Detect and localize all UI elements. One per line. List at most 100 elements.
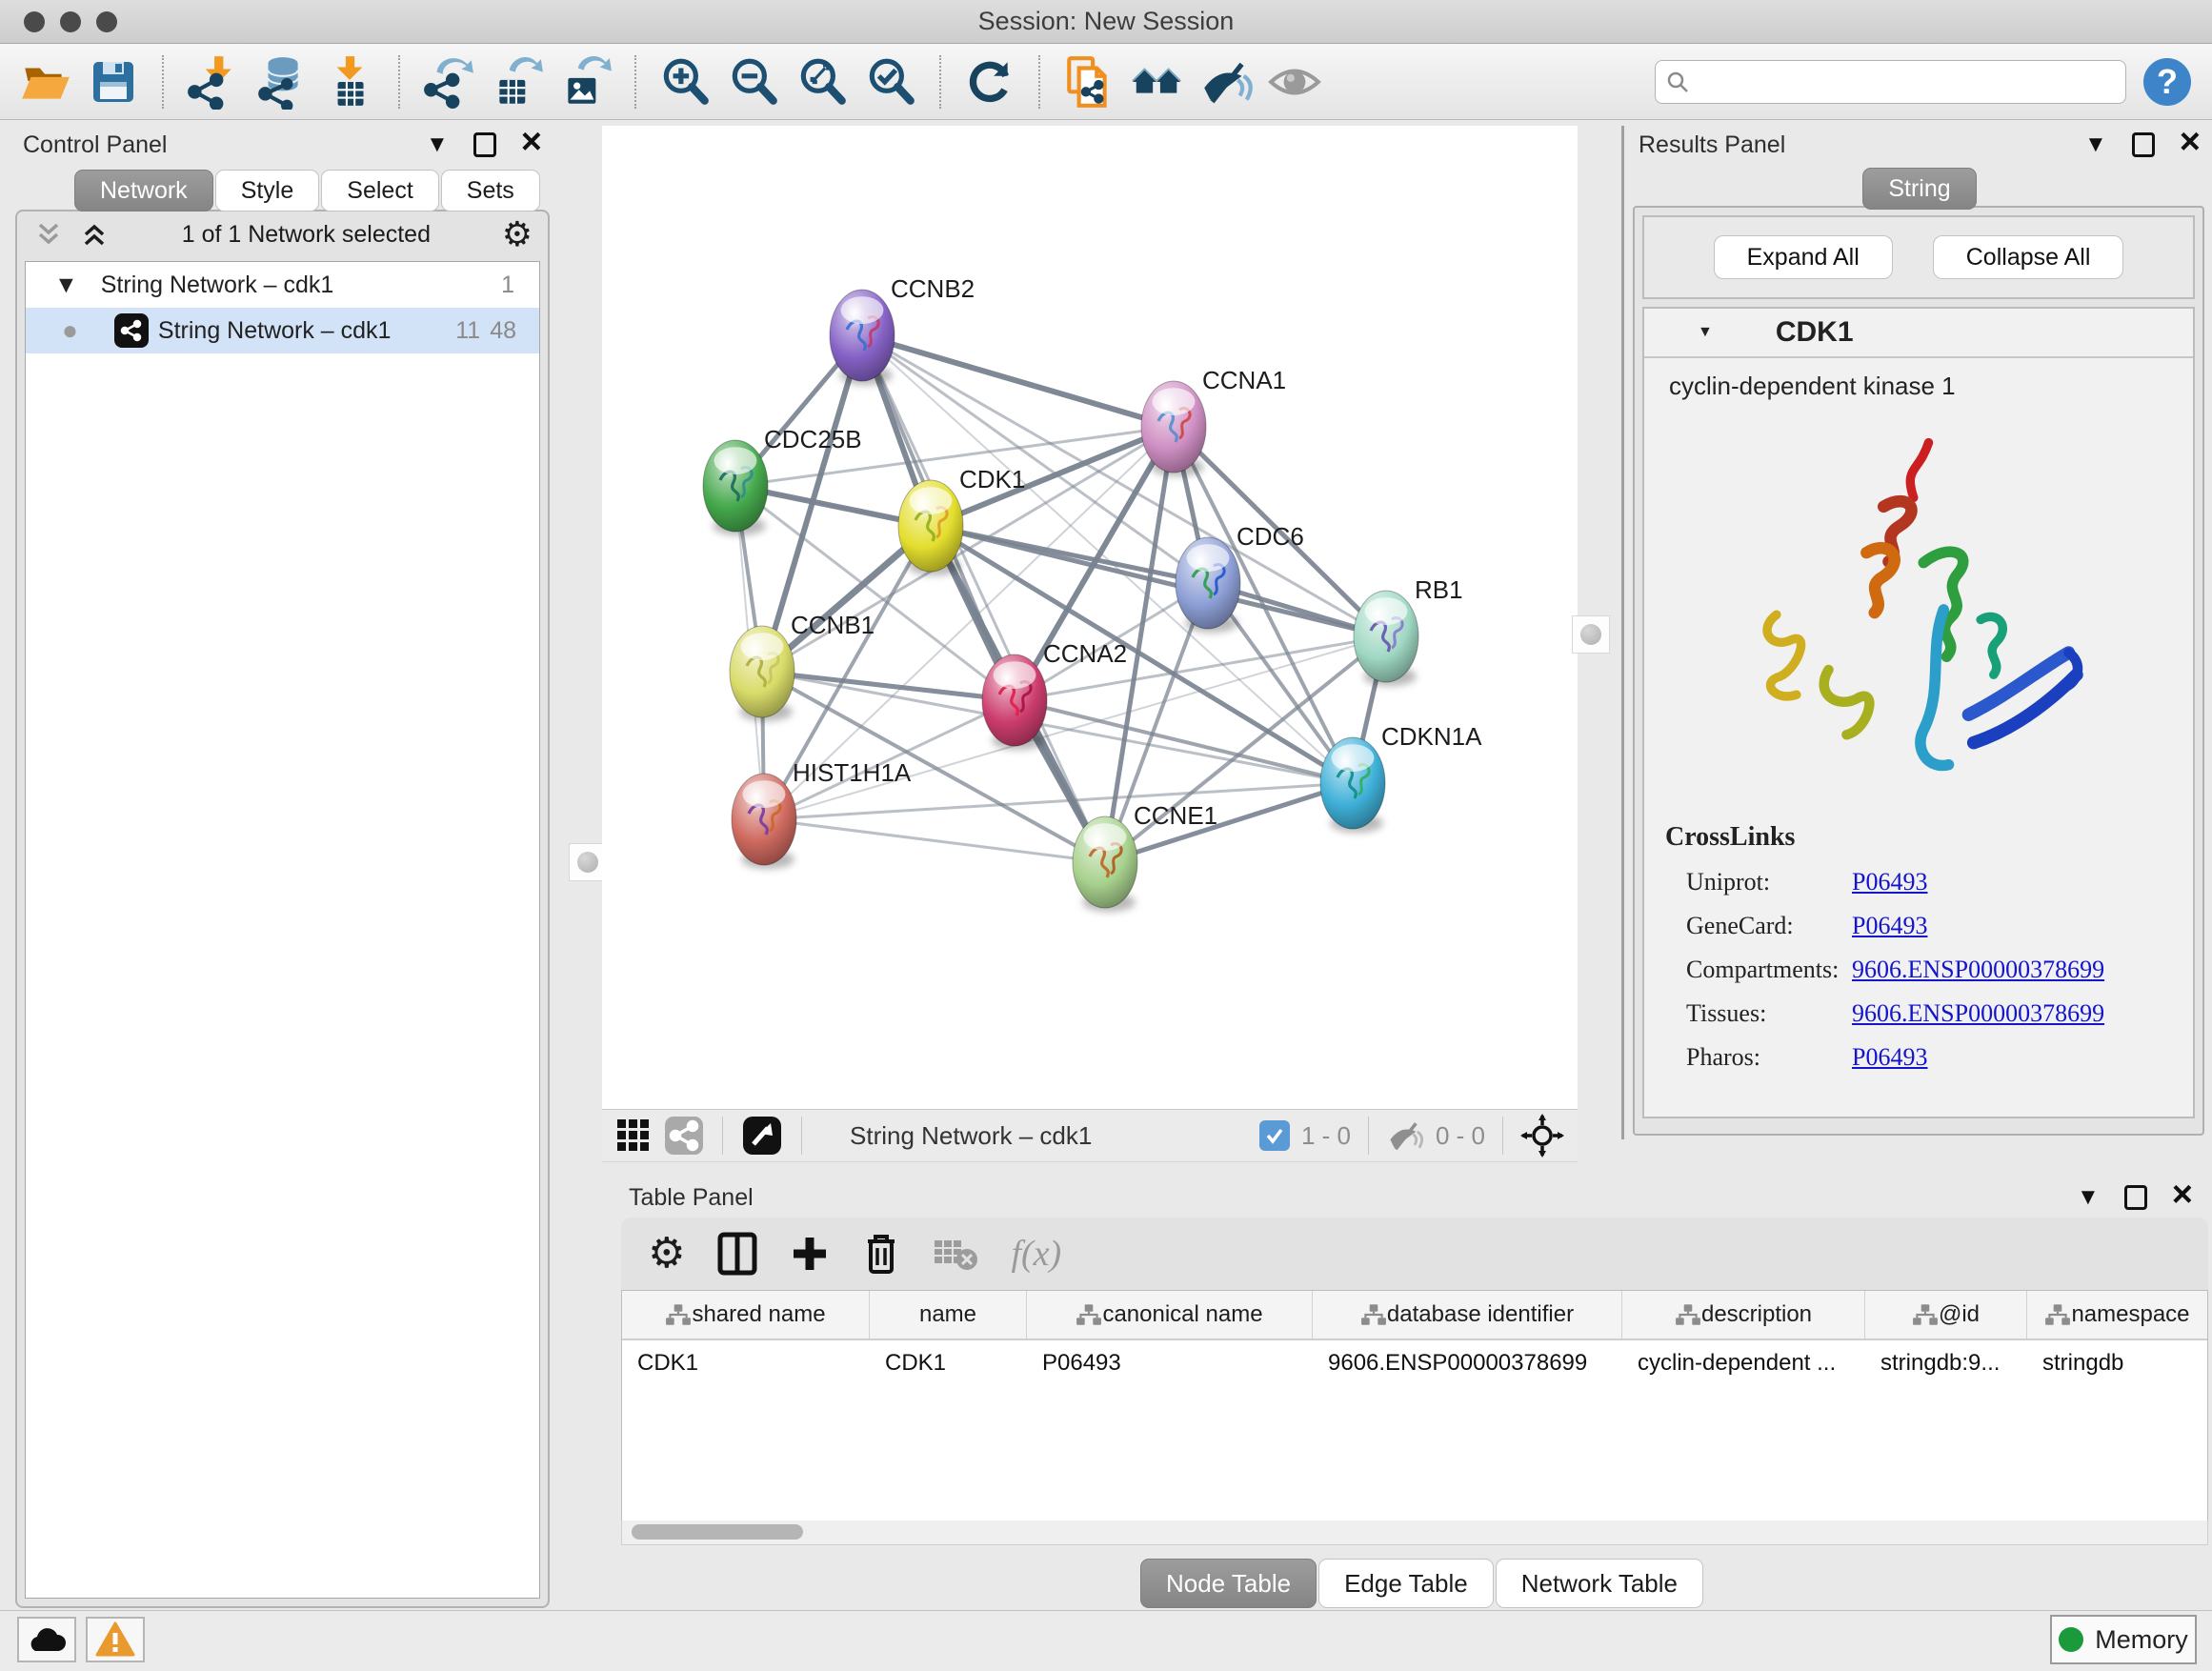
zoom-fit-button[interactable] bbox=[794, 54, 850, 110]
export-network-button[interactable] bbox=[421, 54, 476, 110]
open-session-button[interactable] bbox=[17, 54, 72, 110]
hide-selected-button[interactable] bbox=[1198, 54, 1254, 110]
hidden-eye-slash-icon[interactable] bbox=[1386, 1119, 1424, 1152]
tab-style[interactable]: Style bbox=[215, 170, 320, 211]
export-image-button[interactable] bbox=[558, 54, 613, 110]
import-network-file-button[interactable] bbox=[185, 54, 240, 110]
birdseye-view-icon[interactable] bbox=[742, 1116, 782, 1156]
import-network-database-button[interactable] bbox=[253, 54, 309, 110]
zoom-out-button[interactable] bbox=[726, 54, 781, 110]
crosslink-link[interactable]: P06493 bbox=[1852, 1043, 1927, 1072]
crosslink-row: GeneCard:P06493 bbox=[1665, 912, 2193, 940]
collapse-all-networks-icon[interactable] bbox=[78, 218, 111, 251]
expand-all-networks-icon[interactable] bbox=[32, 218, 65, 251]
create-column-plus-icon[interactable] bbox=[790, 1234, 830, 1274]
new-network-from-selection-button[interactable] bbox=[1061, 54, 1116, 110]
network-selection-status: 1 of 1 Network selected bbox=[111, 221, 502, 249]
collapse-panel-icon[interactable]: ▼ bbox=[426, 133, 449, 156]
tab-sets[interactable]: Sets bbox=[441, 170, 540, 211]
import-table-button[interactable] bbox=[322, 54, 377, 110]
column-header-database-identifier[interactable]: database identifier bbox=[1313, 1291, 1622, 1339]
maximize-window-icon[interactable] bbox=[96, 11, 117, 32]
close-panel-icon[interactable]: × bbox=[2180, 124, 2201, 160]
tab-network-table[interactable]: Network Table bbox=[1496, 1559, 1703, 1608]
network-edge[interactable] bbox=[764, 783, 1353, 819]
search-input[interactable] bbox=[1698, 69, 2098, 95]
grid-view-icon[interactable] bbox=[615, 1117, 652, 1154]
fit-selected-crosshair-icon[interactable] bbox=[1520, 1114, 1564, 1158]
export-table-button[interactable] bbox=[490, 54, 545, 110]
table-horizontal-scrollbar[interactable] bbox=[621, 1520, 2208, 1545]
network-node-CCNE1[interactable]: CCNE1 bbox=[1073, 801, 1217, 912]
show-all-button[interactable] bbox=[1267, 54, 1322, 110]
network-edge[interactable] bbox=[764, 819, 1105, 862]
left-splitter-handle[interactable] bbox=[569, 843, 607, 881]
collapse-panel-icon[interactable]: ▼ bbox=[2084, 133, 2107, 156]
network-node-CDKN1A[interactable]: CDKN1A bbox=[1320, 722, 1482, 833]
table-options-gear-icon[interactable]: ⚙ bbox=[648, 1233, 685, 1275]
eye-icon bbox=[1267, 54, 1322, 110]
network-row[interactable]: ● String Network – cdk1 11 48 bbox=[26, 308, 539, 353]
table-row[interactable]: CDK1CDK1P064939606.ENSP00000378699cyclin… bbox=[622, 1340, 2207, 1386]
show-columns-icon[interactable] bbox=[717, 1232, 757, 1276]
close-panel-icon[interactable]: × bbox=[521, 124, 542, 160]
network-options-gear-icon[interactable]: ⚙ bbox=[502, 217, 533, 252]
network-node-HIST1H1A[interactable]: HIST1H1A bbox=[732, 758, 912, 869]
cloud-status-button[interactable] bbox=[17, 1617, 76, 1662]
node-label-CDKN1A: CDKN1A bbox=[1381, 722, 1482, 751]
float-panel-icon[interactable] bbox=[2132, 132, 2155, 157]
search-field[interactable] bbox=[1655, 60, 2126, 104]
collapse-panel-icon[interactable]: ▼ bbox=[2077, 1186, 2100, 1209]
section-expand-icon[interactable]: ▼ bbox=[1698, 324, 1713, 341]
network-type-icon bbox=[114, 313, 149, 348]
crosslink-label: Pharos: bbox=[1665, 1043, 1852, 1072]
column-header-description[interactable]: description bbox=[1622, 1291, 1865, 1339]
scrollbar-thumb[interactable] bbox=[632, 1524, 803, 1540]
float-panel-icon[interactable] bbox=[473, 132, 496, 157]
tab-network[interactable]: Network bbox=[74, 170, 213, 211]
network-node-RB1[interactable]: RB1 bbox=[1354, 575, 1463, 686]
minimize-window-icon[interactable] bbox=[60, 11, 81, 32]
warning-status-button[interactable] bbox=[86, 1617, 145, 1662]
float-panel-icon[interactable] bbox=[2124, 1185, 2147, 1210]
gene-section-header[interactable]: ▼ CDK1 bbox=[1644, 309, 2193, 358]
crosslink-link[interactable]: 9606.ENSP00000378699 bbox=[1852, 956, 2104, 984]
tab-string[interactable]: String bbox=[1862, 168, 1976, 210]
network-canvas[interactable]: CCNB2CCNA1CDC25BCDK1CDC6RB1CCNB1CCNA2CDK… bbox=[602, 126, 1578, 1109]
string-home-button[interactable] bbox=[1130, 54, 1185, 110]
network-collection-row[interactable]: ▼ String Network – cdk1 1 bbox=[26, 262, 539, 308]
column-header--id[interactable]: @id bbox=[1865, 1291, 2027, 1339]
column-header-namespace[interactable]: namespace bbox=[2027, 1291, 2208, 1339]
selected-nodes-checkbox[interactable] bbox=[1259, 1120, 1290, 1151]
network-node-CCNB2[interactable]: CCNB2 bbox=[830, 274, 975, 385]
network-node-CCNA1[interactable]: CCNA1 bbox=[1141, 366, 1286, 476]
delete-table-icon[interactable] bbox=[933, 1235, 978, 1273]
function-builder-button[interactable]: f(x) bbox=[1011, 1233, 1061, 1275]
column-header-shared-name[interactable]: shared name bbox=[622, 1291, 870, 1339]
close-panel-icon[interactable]: × bbox=[2172, 1177, 2193, 1213]
column-header-name[interactable]: name bbox=[870, 1291, 1027, 1339]
crosslink-link[interactable]: 9606.ENSP00000378699 bbox=[1852, 999, 2104, 1028]
collapse-all-button[interactable]: Collapse All bbox=[1933, 235, 2124, 279]
crosslink-row: Tissues:9606.ENSP00000378699 bbox=[1665, 999, 2193, 1028]
tab-edge-table[interactable]: Edge Table bbox=[1318, 1559, 1494, 1608]
memory-button[interactable]: Memory bbox=[2050, 1615, 2197, 1664]
crosslink-link[interactable]: P06493 bbox=[1852, 912, 1927, 940]
expand-all-button[interactable]: Expand All bbox=[1714, 235, 1893, 279]
zoom-in-button[interactable] bbox=[657, 54, 713, 110]
help-button[interactable]: ? bbox=[2140, 54, 2195, 110]
zoom-selected-button[interactable] bbox=[863, 54, 918, 110]
tab-node-table[interactable]: Node Table bbox=[1140, 1559, 1317, 1608]
delete-column-trash-icon[interactable] bbox=[862, 1232, 900, 1276]
crosslink-link[interactable]: P06493 bbox=[1852, 868, 1927, 896]
column-header-canonical-name[interactable]: canonical name bbox=[1027, 1291, 1313, 1339]
apply-layout-button[interactable] bbox=[962, 54, 1017, 110]
save-session-button[interactable] bbox=[86, 54, 141, 110]
share-view-icon[interactable] bbox=[665, 1117, 703, 1155]
close-window-icon[interactable] bbox=[24, 11, 45, 32]
tab-select[interactable]: Select bbox=[321, 170, 438, 211]
collection-expand-icon[interactable]: ▼ bbox=[54, 272, 78, 299]
right-splitter-handle[interactable] bbox=[1572, 615, 1610, 654]
network-edge[interactable] bbox=[862, 335, 1174, 427]
network-edge[interactable] bbox=[931, 526, 1386, 636]
